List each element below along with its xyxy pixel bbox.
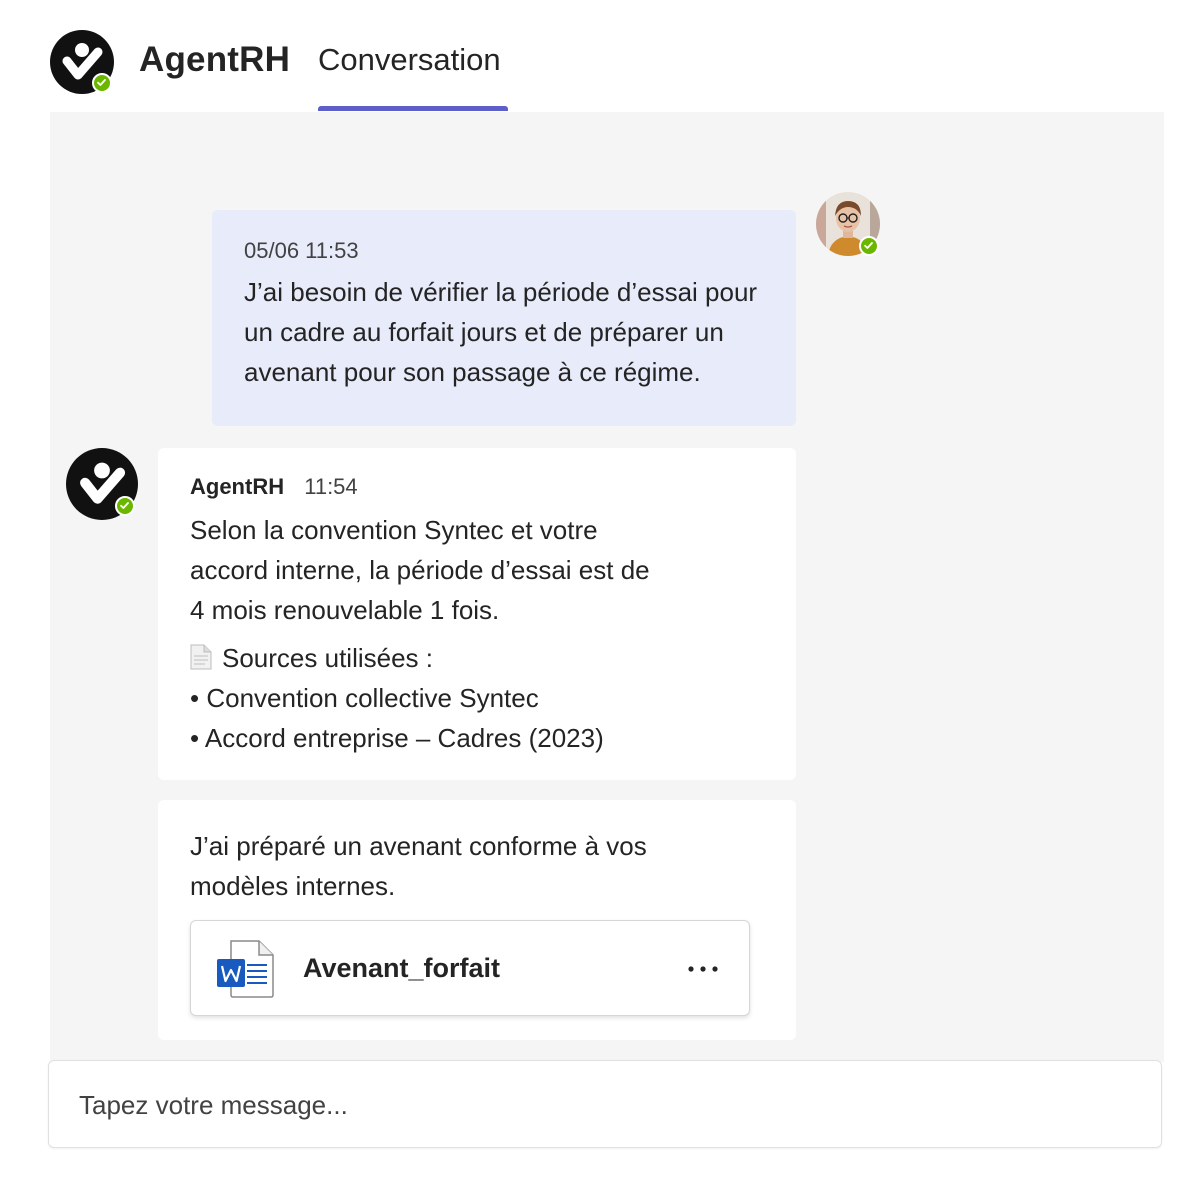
sources-title-line: Sources utilisées : (190, 638, 764, 678)
user-message-text: J’ai besoin de vérifier la période d’ess… (244, 277, 758, 387)
tab-conversation[interactable]: Conversation (318, 42, 508, 112)
bot-message-meta: AgentRH 11:54 (190, 474, 764, 500)
user-avatar[interactable] (816, 192, 880, 256)
bot-sender-name: AgentRH (190, 474, 285, 499)
sources-title: Sources utilisées : (222, 643, 433, 673)
document-emoji-icon (190, 641, 212, 670)
user-message-timestamp: 05/06 11:53 (244, 238, 359, 263)
bot-message-text: Selon la convention Syntec et votre acco… (190, 515, 650, 625)
presence-available-icon (92, 73, 112, 93)
file-attachment-card[interactable]: Avenant_forfait (190, 920, 750, 1016)
source-item: • Accord entreprise – Cadres (2023) (190, 723, 604, 753)
agentrh-logo-icon (50, 30, 114, 94)
chat-area[interactable]: 05/06 11:53 J’ai besoin de vérifier la p… (50, 112, 1164, 1062)
source-item: • Convention collective Syntec (190, 683, 539, 713)
tab-active-indicator (318, 106, 508, 111)
more-options-icon[interactable] (681, 949, 725, 989)
app-name: AgentRH (139, 40, 291, 79)
presence-available-icon (859, 236, 879, 256)
word-file-icon (217, 939, 275, 999)
app-header: AgentRH Conversation (0, 0, 1200, 112)
message-input[interactable] (79, 1083, 1119, 1127)
message-composer (48, 1060, 1162, 1148)
bot-message-2-text: J’ai préparé un avenant conforme à vos m… (190, 831, 647, 901)
bot-message-bubble: AgentRH 11:54 Selon la convention Syntec… (158, 448, 796, 780)
presence-available-icon (115, 496, 135, 516)
tab-conversation-label: Conversation (318, 42, 501, 77)
sources-block: Sources utilisées : • Convention collect… (190, 638, 764, 758)
bot-avatar[interactable] (66, 448, 138, 520)
bot-message-bubble-2: J’ai préparé un avenant conforme à vos m… (158, 800, 796, 1040)
bot-message-time: 11:54 (304, 474, 358, 499)
file-name: Avenant_forfait (303, 953, 501, 983)
user-message-bubble: 05/06 11:53 J’ai besoin de vérifier la p… (212, 210, 796, 426)
